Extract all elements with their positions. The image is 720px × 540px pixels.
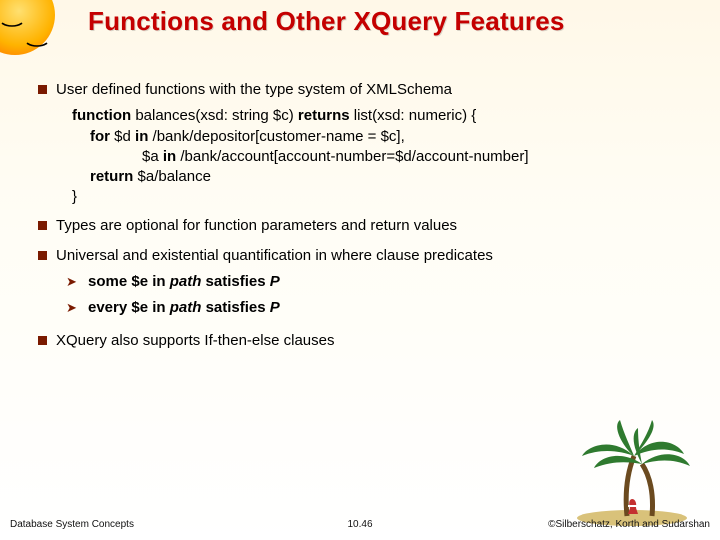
code-line: $a in /bank/account[account-number=$d/ac… — [142, 147, 694, 167]
code-line: } — [72, 187, 694, 207]
slide-title: Functions and Other XQuery Features — [88, 6, 690, 37]
bullet-text: Universal and existential quantification… — [56, 247, 493, 264]
slide-body: User defined functions with the type sys… — [34, 80, 694, 357]
bullet-item: Types are optional for function paramete… — [34, 216, 694, 236]
bullet-text: XQuery also supports If-then-else clause… — [56, 332, 334, 349]
bird-icon: ︶ — [27, 40, 48, 60]
bullet-text: Types are optional for function paramete… — [56, 217, 457, 234]
footer-right: ©Silberschatz, Korth and Sudarshan — [548, 519, 710, 530]
bullet-item: Universal and existential quantification… — [34, 246, 694, 266]
bullet-item: XQuery also supports If-then-else clause… — [34, 331, 694, 351]
palm-tree-icon — [572, 416, 692, 526]
bullet-item: User defined functions with the type sys… — [34, 80, 694, 100]
code-line: function balances(xsd: string $c) return… — [72, 106, 694, 126]
bird-icon: ︶ — [2, 20, 23, 40]
code-line: return $a/balance — [90, 167, 694, 187]
code-block: function balances(xsd: string $c) return… — [72, 106, 694, 207]
sub-bullet: every $e in path satisfies P — [66, 298, 694, 318]
code-line: for $d in /bank/depositor[customer-name … — [90, 127, 694, 147]
bullet-text: User defined functions with the type sys… — [56, 81, 452, 98]
slide: ︶ ︶ Functions and Other XQuery Features … — [0, 0, 720, 540]
footer: Database System Concepts 10.46 ©Silbersc… — [0, 512, 720, 530]
sub-bullet: some $e in path satisfies P — [66, 272, 694, 292]
